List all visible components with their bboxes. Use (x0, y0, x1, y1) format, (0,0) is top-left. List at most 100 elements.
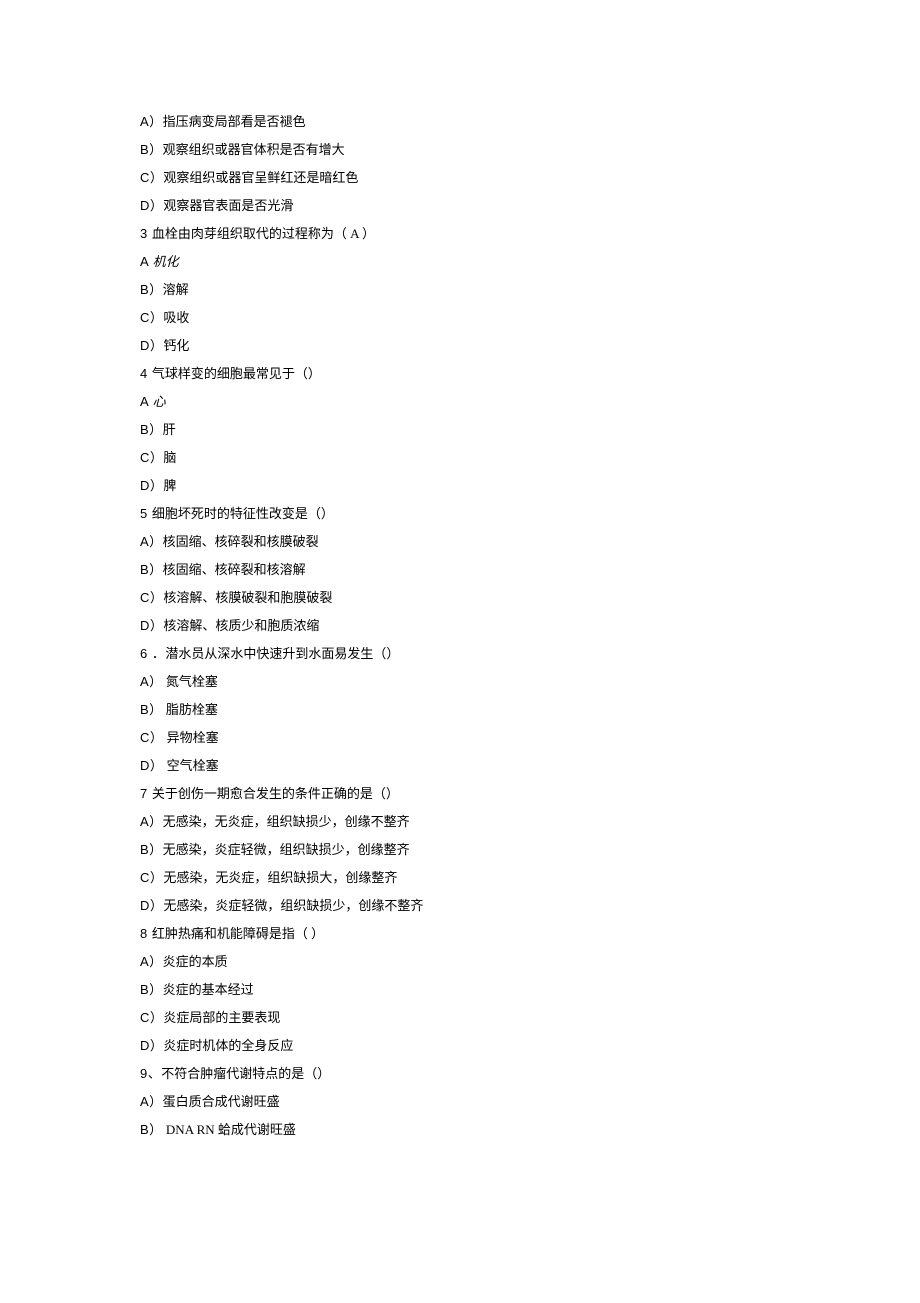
line-text: 脾 (163, 478, 176, 493)
line-label: 9、 (140, 1066, 161, 1081)
line-label: D） (140, 1038, 163, 1053)
line-text: 不符合肿瘤代谢特点的是（） (161, 1066, 330, 1081)
line-label: 3 (140, 226, 152, 241)
line-label: D） (140, 478, 163, 493)
line-text: 核溶解、核质少和胞质浓缩 (163, 618, 319, 633)
line-label: D） (140, 758, 163, 773)
text-line: C） 异物栓塞 (140, 731, 780, 744)
text-line: B） DNA RN 蛤成代谢旺盛 (140, 1123, 780, 1136)
line-text: 指压病变局部看是否褪色 (163, 114, 306, 129)
line-label: B） (140, 702, 163, 717)
text-line: 8 红肿热痛和机能障碍是指（ ） (140, 927, 780, 940)
line-label: C） (140, 450, 163, 465)
text-line: B）炎症的基本经过 (140, 983, 780, 996)
line-label: A） (140, 674, 163, 689)
text-line: A）炎症的本质 (140, 955, 780, 968)
line-text: 核固缩、核碎裂和核溶解 (163, 562, 306, 577)
line-text: 蛋白质合成代谢旺盛 (163, 1094, 280, 1109)
line-text: 氮气栓塞 (163, 674, 218, 689)
line-label: C） (140, 170, 163, 185)
text-line: 4 气球样变的细胞最常见于（） (140, 367, 780, 380)
text-line: B）无感染，炎症轻微，组织缺损少，创缘整齐 (140, 843, 780, 856)
line-text: 脑 (163, 450, 176, 465)
line-label: D） (140, 898, 163, 913)
text-line: B）肝 (140, 423, 780, 436)
line-label: C） (140, 870, 163, 885)
line-label: B） (140, 142, 163, 157)
text-line: B）核固缩、核碎裂和核溶解 (140, 563, 780, 576)
text-line: C）核溶解、核膜破裂和胞膜破裂 (140, 591, 780, 604)
line-label: B） (140, 842, 163, 857)
line-text: 核固缩、核碎裂和核膜破裂 (163, 534, 319, 549)
text-line: D）钙化 (140, 339, 780, 352)
line-text: 红肿热痛和机能障碍是指（ ） (152, 926, 324, 941)
line-label: 5 (140, 506, 152, 521)
line-label: A） (140, 814, 163, 829)
line-text: 机化 (153, 254, 179, 269)
text-line: C）吸收 (140, 311, 780, 324)
line-text: 空气栓塞 (163, 758, 218, 773)
line-text: 观察器官表面是否光滑 (163, 198, 293, 213)
line-label: B） (140, 562, 163, 577)
line-label: D） (140, 198, 163, 213)
line-text: 观察组织或器官体积是否有增大 (163, 142, 345, 157)
line-text: 血栓由肉芽组织取代的过程称为（ A ） (152, 226, 375, 241)
line-text: 气球样变的细胞最常见于（） (152, 366, 321, 381)
line-text: 溶解 (163, 282, 189, 297)
text-line: D）脾 (140, 479, 780, 492)
line-text: 炎症局部的主要表现 (163, 1010, 280, 1025)
line-text: 心 (153, 394, 166, 409)
line-text: 炎症的本质 (163, 954, 228, 969)
line-text: 无感染，无炎症，组织缺损少，创缘不整齐 (163, 814, 410, 829)
text-line: 6 ．潜水员从深水中快速升到水面易发生（） (140, 647, 780, 660)
text-line: 7 关于创伤一期愈合发生的条件正确的是（） (140, 787, 780, 800)
text-line: C）观察组织或器官呈鲜红还是暗红色 (140, 171, 780, 184)
line-label: C） (140, 310, 163, 325)
line-label: D） (140, 618, 163, 633)
text-line: 9、不符合肿瘤代谢特点的是（） (140, 1067, 780, 1080)
line-text: 脂肪栓塞 (163, 702, 218, 717)
line-label: 7 (140, 786, 152, 801)
line-label: B） (140, 422, 163, 437)
text-line: 3 血栓由肉芽组织取代的过程称为（ A ） (140, 227, 780, 240)
line-label: A） (140, 1094, 163, 1109)
line-text: 核溶解、核膜破裂和胞膜破裂 (163, 590, 332, 605)
line-label: B） (140, 982, 163, 997)
line-text: 异物栓塞 (163, 730, 218, 745)
line-text: 细胞坏死时的特征性改变是（） (152, 506, 334, 521)
line-label: C） (140, 590, 163, 605)
line-text: 无感染，炎症轻微，组织缺损少，创缘不整齐 (163, 898, 423, 913)
line-label: A (140, 254, 153, 269)
line-text: 无感染，炎症轻微，组织缺损少，创缘整齐 (163, 842, 410, 857)
line-text: 吸收 (163, 310, 189, 325)
line-label: C） (140, 1010, 163, 1025)
text-line: A） 氮气栓塞 (140, 675, 780, 688)
line-label: C） (140, 730, 163, 745)
text-line: A）核固缩、核碎裂和核膜破裂 (140, 535, 780, 548)
line-label: B） (140, 1122, 163, 1137)
text-line: A 心 (140, 395, 780, 408)
text-line: A 机化 (140, 255, 780, 268)
text-line: B） 脂肪栓塞 (140, 703, 780, 716)
line-label: 8 (140, 926, 152, 941)
text-line: C）无感染，无炎症，组织缺损大，创缘整齐 (140, 871, 780, 884)
line-text: 钙化 (163, 338, 189, 353)
text-line: A）蛋白质合成代谢旺盛 (140, 1095, 780, 1108)
line-text: 无感染，无炎症，组织缺损大，创缘整齐 (163, 870, 397, 885)
line-text: DNA RN 蛤成代谢旺盛 (163, 1122, 296, 1137)
document-page: A）指压病变局部看是否褪色B）观察组织或器官体积是否有增大C）观察组织或器官呈鲜… (0, 0, 780, 1211)
text-line: A）指压病变局部看是否褪色 (140, 115, 780, 128)
text-line: D） 空气栓塞 (140, 759, 780, 772)
line-label: 4 (140, 366, 152, 381)
line-text: 观察组织或器官呈鲜红还是暗红色 (163, 170, 358, 185)
text-line: D）无感染，炎症轻微，组织缺损少，创缘不整齐 (140, 899, 780, 912)
text-line: D）炎症时机体的全身反应 (140, 1039, 780, 1052)
line-label: A） (140, 534, 163, 549)
line-text: 炎症的基本经过 (163, 982, 254, 997)
line-text: 炎症时机体的全身反应 (163, 1038, 293, 1053)
line-label: A (140, 394, 153, 409)
line-label: A） (140, 114, 163, 129)
question-list: A）指压病变局部看是否褪色B）观察组织或器官体积是否有增大C）观察组织或器官呈鲜… (140, 115, 780, 1136)
text-line: B）溶解 (140, 283, 780, 296)
text-line: D）核溶解、核质少和胞质浓缩 (140, 619, 780, 632)
